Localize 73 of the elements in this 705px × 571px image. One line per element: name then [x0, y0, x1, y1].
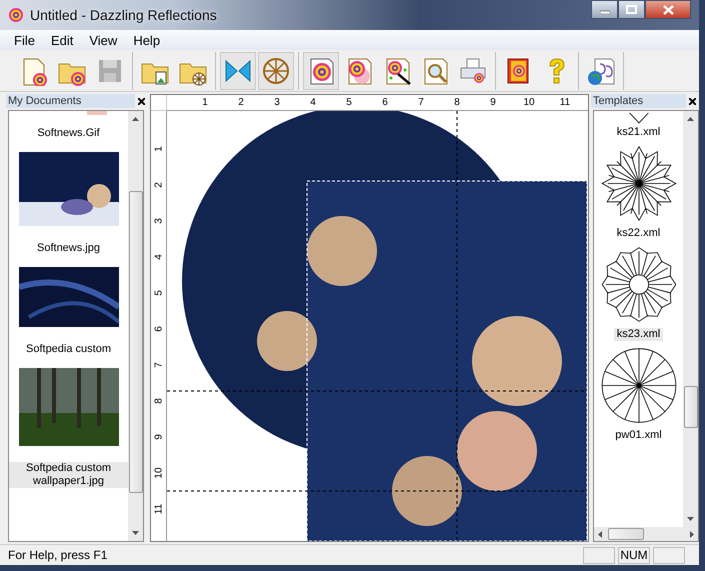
file-name[interactable]: Softnews.jpg [34, 242, 103, 255]
ruler-number: 6 [381, 96, 389, 110]
wheel-icon [261, 56, 291, 86]
ruler-number: 8 [152, 397, 165, 406]
ruler-number: 4 [152, 253, 165, 262]
menu-item[interactable]: Help [125, 32, 168, 48]
template-name[interactable]: ks23.xml [614, 328, 664, 341]
close-panel-button[interactable] [135, 98, 148, 104]
ruler-number: 2 [152, 181, 165, 190]
maximize-button[interactable] [618, 0, 645, 19]
image-thumbnail[interactable] [18, 152, 118, 226]
ruler-number: 11 [558, 96, 572, 110]
menu-item[interactable]: File [6, 32, 43, 48]
ruler-number: 1 [152, 145, 165, 154]
ruler-number: 2 [237, 96, 245, 110]
scroll-up-icon [132, 117, 139, 121]
ruler-number: 4 [309, 96, 317, 110]
panel-title: Templates [591, 94, 686, 108]
globe-document-icon [586, 56, 616, 86]
scroll-down-icon [132, 531, 139, 535]
kaleidoscope-image[interactable] [182, 111, 587, 541]
image-thumbnail[interactable] [18, 267, 118, 327]
menu-item[interactable]: Edit [42, 32, 82, 48]
ruler-number: 9 [152, 433, 165, 442]
template-name[interactable]: pw01.xml [612, 428, 665, 442]
ruler-number: 10 [152, 466, 165, 480]
ruler-number: 7 [152, 361, 165, 370]
ruler-number: 7 [417, 96, 425, 110]
ruler-number: 9 [489, 96, 497, 110]
menu-item[interactable]: View [81, 32, 126, 48]
close-panel-button[interactable] [686, 98, 699, 104]
close-icon [138, 98, 145, 104]
num-lock-indicator: NUM [618, 546, 650, 564]
framed-flower-button[interactable] [303, 52, 339, 90]
ruler-number: 5 [152, 289, 165, 298]
close-icon [689, 98, 696, 104]
ruler-number: 5 [345, 96, 353, 110]
ruler-number: 1 [201, 96, 209, 110]
ruler-number: 11 [152, 502, 165, 516]
wheel-button[interactable] [258, 52, 294, 90]
ruler-number: 3 [273, 96, 281, 110]
scroll-right-icon [690, 530, 694, 538]
scrollbar[interactable] [683, 111, 698, 527]
scrollbar-thumb[interactable] [129, 191, 143, 493]
close-icon [662, 4, 674, 14]
scrollbar-thumb[interactable] [608, 528, 644, 540]
file-name[interactable]: Softpedia custom [23, 343, 114, 356]
scrollbar-thumb[interactable] [684, 386, 698, 428]
ruler-number: 10 [522, 96, 536, 110]
window-title: Untitled - Dazzling Reflections [30, 7, 218, 23]
status-text: For Help, press F1 [8, 548, 108, 562]
scroll-up-icon [687, 117, 694, 121]
maximize-icon [626, 5, 637, 14]
printer-icon [458, 56, 488, 86]
app-icon [8, 7, 24, 23]
ruler-number: 3 [152, 217, 165, 226]
horizontal-scrollbar[interactable] [594, 527, 698, 541]
ruler-number: 8 [453, 96, 461, 110]
scrollbar[interactable] [128, 111, 143, 541]
scroll-down-icon [687, 517, 694, 521]
status-pane [653, 546, 685, 564]
panel-title: My Documents [6, 94, 135, 108]
template-name[interactable]: ks22.xml [614, 226, 664, 240]
template-name[interactable]: ks21.xml [614, 126, 664, 139]
scroll-left-icon [598, 530, 602, 538]
image-thumbnail[interactable] [18, 368, 118, 446]
file-name[interactable]: Softpedia custom wallpaper1.jpg [9, 462, 128, 488]
ruler-number: 6 [152, 325, 165, 334]
mirror-button[interactable] [220, 52, 256, 90]
status-pane [583, 546, 615, 564]
minimize-button[interactable] [591, 0, 618, 19]
close-button[interactable] [645, 0, 691, 19]
file-name[interactable]: Softnews.Gif [34, 127, 103, 140]
